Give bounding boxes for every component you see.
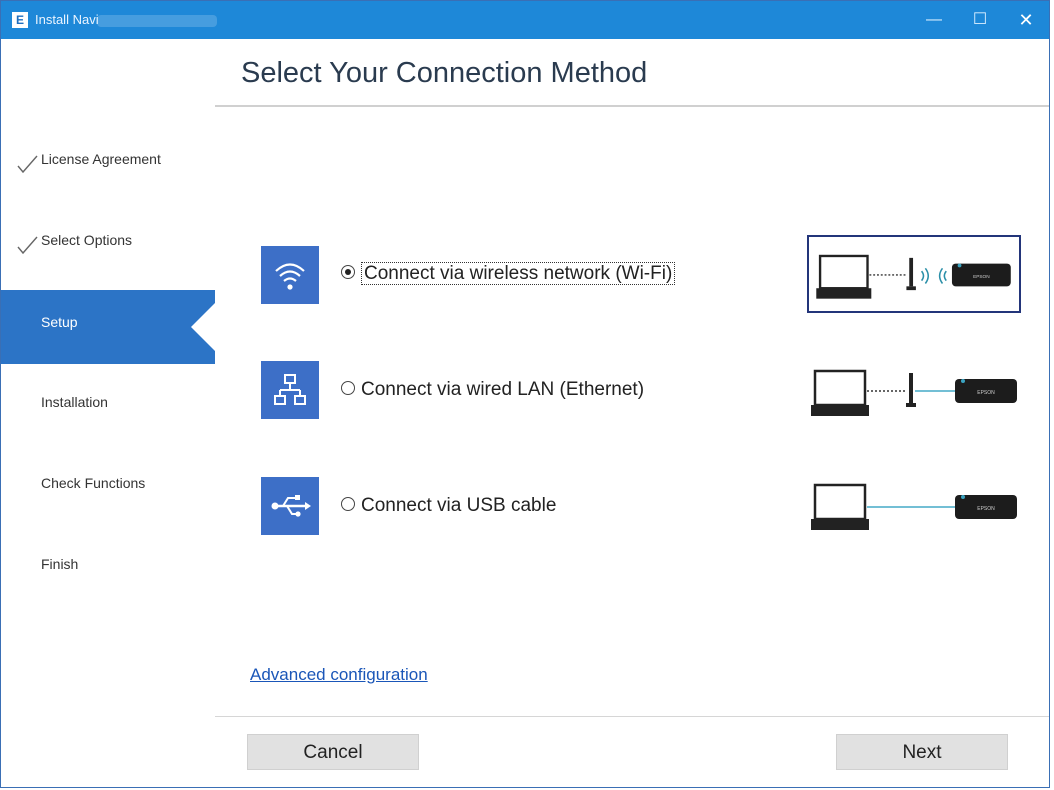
- usb-option-label[interactable]: Connect via USB cable: [361, 495, 556, 516]
- active-step-notch: [191, 303, 215, 351]
- usb-connection-diagram: EPSON: [811, 483, 1017, 530]
- sidebar-item-label: Select Options: [41, 232, 133, 248]
- sidebar-item-setup: Setup: [1, 290, 215, 364]
- sidebar-item-label: Check Functions: [41, 475, 146, 491]
- usb-radio[interactable]: [341, 496, 355, 511]
- network-icon[interactable]: [261, 361, 319, 419]
- window-title: Install Navi: [35, 12, 99, 27]
- sidebar-item-label: Installation: [41, 394, 108, 410]
- minimize-button[interactable]: —: [911, 1, 957, 39]
- title-bar[interactable]: E Install Navi — ☐ ✕: [1, 1, 1049, 39]
- ethernet-radio[interactable]: [341, 380, 355, 395]
- sidebar-item-select-options: Select Options: [1, 204, 215, 278]
- wifi-option[interactable]: Connect via wireless network (Wi-Fi): [341, 262, 676, 285]
- app-icon: E: [12, 12, 28, 28]
- wifi-icon[interactable]: [261, 246, 319, 304]
- sidebar-item-finish: Finish: [1, 528, 215, 602]
- checkmark-icon: [17, 236, 38, 255]
- ethernet-option-label[interactable]: Connect via wired LAN (Ethernet): [361, 379, 644, 400]
- installer-window: E Install Navi — ☐ ✕ License Agreement S…: [0, 0, 1050, 788]
- cancel-button[interactable]: Cancel: [247, 734, 419, 770]
- next-button[interactable]: Next: [836, 734, 1008, 770]
- title-blur: [97, 15, 217, 27]
- wifi-option-label[interactable]: Connect via wireless network (Wi-Fi): [361, 262, 676, 285]
- sidebar-item-label: Setup: [41, 314, 78, 330]
- usb-option[interactable]: Connect via USB cable: [341, 495, 556, 517]
- printer-brand-label: EPSON: [973, 274, 990, 280]
- sidebar-item-license-agreement: License Agreement: [1, 123, 215, 197]
- footer-divider: [215, 716, 1049, 717]
- sidebar-item-check-functions: Check Functions: [1, 447, 215, 521]
- maximize-button[interactable]: ☐: [957, 1, 1003, 39]
- usb-icon[interactable]: [261, 477, 319, 535]
- sidebar-item-installation: Installation: [1, 366, 215, 440]
- wifi-radio[interactable]: [341, 264, 355, 279]
- sidebar-item-label: License Agreement: [41, 151, 161, 167]
- printer-brand-label: EPSON: [977, 506, 995, 512]
- close-button[interactable]: ✕: [1003, 1, 1049, 39]
- checkmark-icon: [17, 155, 38, 174]
- ethernet-option[interactable]: Connect via wired LAN (Ethernet): [341, 379, 644, 401]
- printer-brand-label: EPSON: [977, 390, 995, 396]
- header-divider: [215, 105, 1049, 107]
- page-title: Select Your Connection Method: [241, 57, 648, 89]
- advanced-configuration-link[interactable]: Advanced configuration: [250, 665, 428, 685]
- sidebar-item-label: Finish: [41, 556, 79, 572]
- step-sidebar: License Agreement Select Options Setup I…: [1, 39, 215, 787]
- ethernet-connection-diagram: EPSON: [811, 369, 1017, 416]
- wifi-connection-diagram: EPSON: [807, 235, 1021, 313]
